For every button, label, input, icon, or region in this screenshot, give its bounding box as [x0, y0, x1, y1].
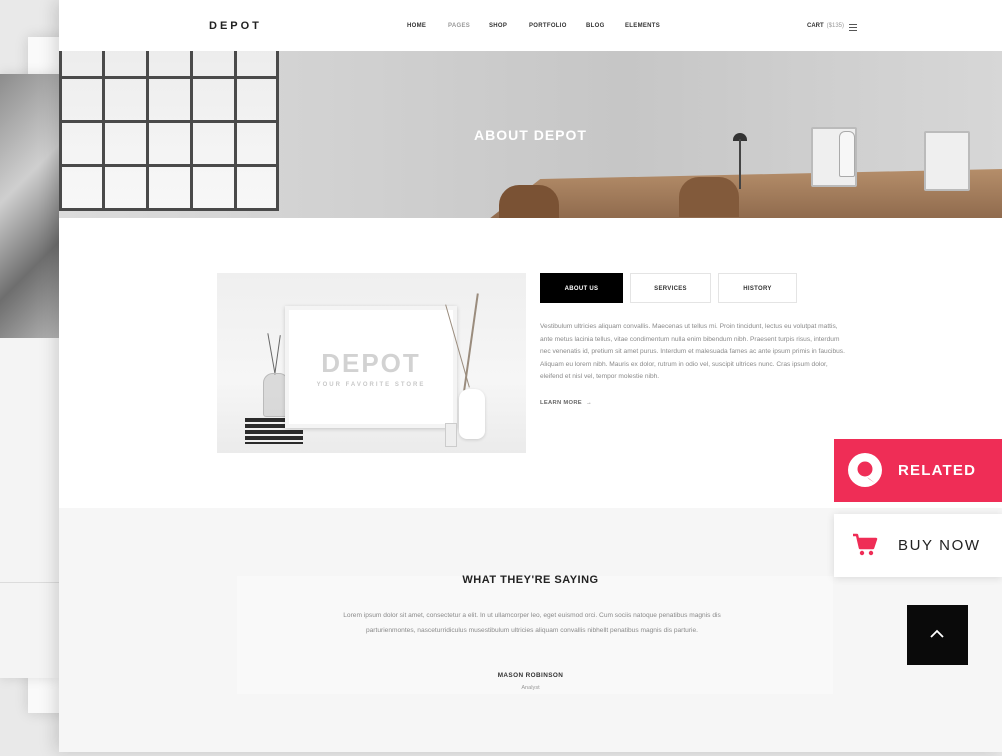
picture-frame: DEPOT YOUR FAVORITE STORE [285, 306, 457, 428]
testimonial-author: MASON ROBINSON [497, 672, 564, 679]
cart-link[interactable]: CART ($135) [807, 23, 844, 29]
testimonial-role: Analyst [521, 685, 540, 691]
main-page: DEPOT HOME PAGES SHOP PORTFOLIO BLOG ELE… [59, 0, 1002, 752]
page-title: ABOUT DEPOT [474, 127, 587, 143]
testimonial-quote: Lorem ipsum dolor sit amet, consectetur … [343, 612, 721, 634]
cart-label: CART [807, 23, 824, 29]
tab-about-us[interactable]: ABOUT US [540, 273, 623, 303]
buy-now-label: BUY NOW [898, 537, 981, 554]
related-logo-icon [848, 453, 882, 487]
background-page-preview [0, 74, 60, 678]
tab-services[interactable]: SERVICES [630, 273, 711, 303]
hero-chair-image [499, 185, 559, 218]
learn-more-label: LEARN MORE [540, 400, 582, 406]
menu-item-elements[interactable]: ELEMENTS [625, 23, 660, 29]
site-header: DEPOT HOME PAGES SHOP PORTFOLIO BLOG ELE… [59, 0, 1002, 51]
buy-now-button[interactable]: BUY NOW [834, 514, 1002, 577]
background-photo [0, 74, 60, 338]
back-to-top-button[interactable] [907, 605, 968, 665]
hero-lamp-image [739, 139, 741, 189]
divider [0, 582, 60, 583]
hero-chair-image [679, 177, 739, 217]
frame-logo-text: DEPOT [321, 348, 421, 378]
related-button[interactable]: RELATED [834, 439, 1002, 502]
related-label: RELATED [898, 462, 977, 479]
frame-tagline: YOUR FAVORITE STORE [316, 382, 426, 388]
site-logo[interactable]: DEPOT [209, 20, 262, 32]
learn-more-link[interactable]: LEARN MORE → [540, 400, 592, 406]
shopping-cart-icon [853, 533, 878, 556]
tab-history[interactable]: HISTORY [718, 273, 797, 303]
cart-amount: ($135) [826, 23, 845, 29]
menu-item-blog[interactable]: BLOG [586, 23, 605, 29]
menu-item-home[interactable]: HOME [407, 23, 426, 29]
page-hero: ABOUT DEPOT [59, 51, 1002, 218]
menu-item-pages[interactable]: PAGES [448, 23, 470, 29]
menu-icon[interactable] [849, 24, 857, 31]
arrow-right-icon: → [585, 400, 593, 406]
chevron-up-icon [930, 629, 944, 638]
menu-item-portfolio[interactable]: PORTFOLIO [529, 23, 567, 29]
about-image: DEPOT YOUR FAVORITE STORE [217, 273, 526, 453]
about-paragraph: Vestibulum ultricies aliquam convallis. … [540, 323, 845, 381]
menu-item-shop[interactable]: SHOP [489, 23, 507, 29]
